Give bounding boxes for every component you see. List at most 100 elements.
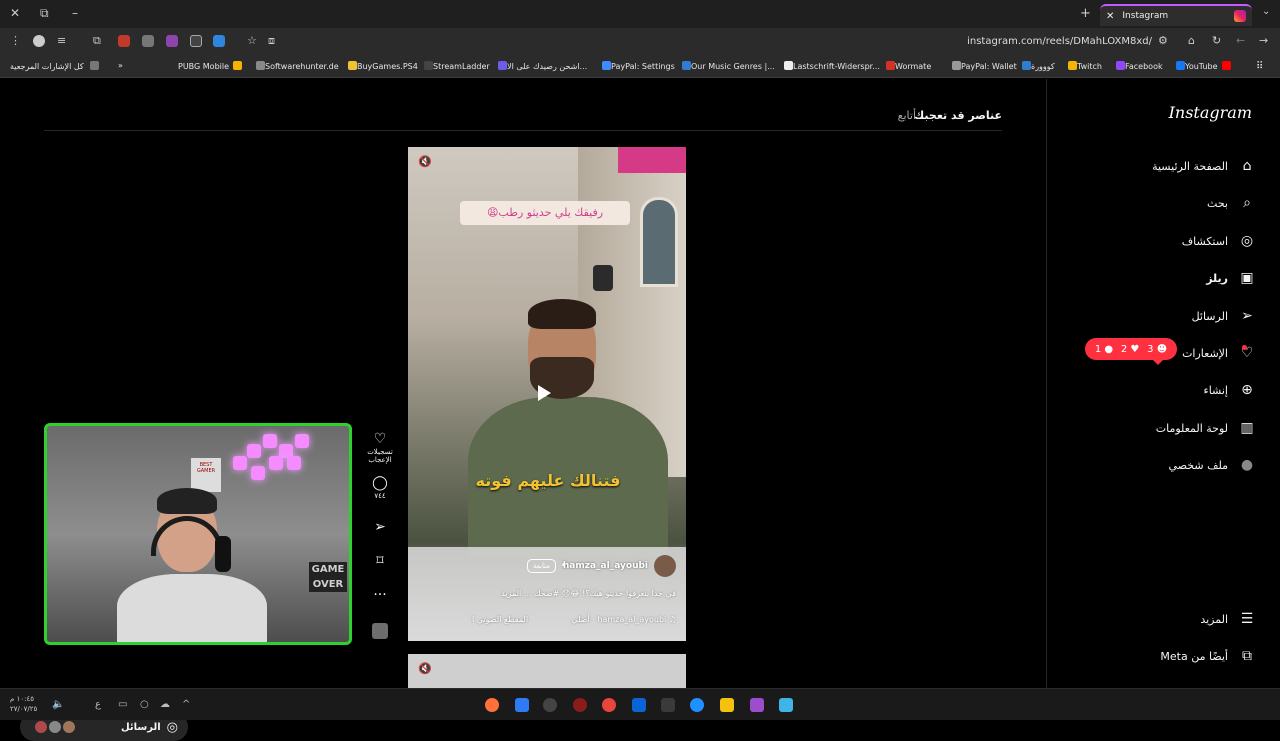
bookmark-paypal-wallet[interactable]: PayPal: Wallet [948,61,1017,71]
bookmark-facebook[interactable]: Facebook [1112,61,1163,71]
restore-window-icon[interactable]: ⧉ [40,6,49,21]
nav-create[interactable]: ⊕ إنشاء [1204,381,1256,399]
network-icon[interactable]: ▭ [118,699,127,710]
edge-taskbar-icon[interactable] [690,698,704,712]
bookmark-music-genres[interactable]: Our Music Genres |... [678,61,775,71]
firefox-taskbar-icon[interactable] [485,698,499,712]
audio-original[interactable]: ♫ hamza_al_ayoubi · أصلي [571,615,676,624]
site-settings-icon[interactable]: ⚙ [1158,34,1168,47]
address-bar[interactable]: instagram.com/reels/DMahLOXM8xd/ [300,32,1160,52]
nav-reels[interactable]: ▣ ريلز [1206,269,1256,287]
heart-outline-icon: ♡ [373,431,387,447]
tab-list-chevron-icon[interactable]: ⌄ [1262,6,1270,17]
extension-3-icon[interactable] [166,35,178,47]
follow-button[interactable]: متابعة [526,559,556,573]
notifications-badge[interactable]: 1 ● 2 ♥ 3 ☻ [1085,338,1177,365]
comment-button[interactable]: ◯ ٧٤٤ [356,475,404,500]
translate-icon[interactable] [213,35,225,47]
nav-explore[interactable]: ◎ استكشاف [1182,232,1256,250]
tab-title: Instagram [1122,11,1169,21]
bookmark-twitch[interactable]: Twitch [1064,61,1102,71]
bookmark-pubg[interactable]: PUBG Mobile [178,61,243,71]
bookmark-youtube[interactable]: YouTube [1172,61,1231,71]
home-icon: ⌂ [1242,158,1252,174]
bookmark-wormate[interactable]: Wormate [882,61,931,71]
notification-dot [1242,345,1247,350]
system-clock[interactable]: ١٠:٤٥ م ٢٧/٠٧/٢٥ [10,694,37,714]
extension-1-icon[interactable] [118,35,130,47]
nav-search[interactable]: ⌕ بحث [1207,194,1256,212]
audio-thumbnail[interactable] [372,623,388,639]
nav-profile[interactable]: ● ملف شخصي [1169,456,1256,474]
bookmark-softwarehunter[interactable]: Softwarehunter.de [252,61,339,71]
start-taskbar-icon[interactable] [779,698,793,712]
like-button[interactable]: ♡ تسجيلات الإعجاب [356,431,404,464]
nav-messages[interactable]: ➢ الرسائل [1192,307,1256,325]
file-explorer-taskbar-icon[interactable] [720,698,734,712]
bookmark-paypal-settings[interactable]: PayPal: Settings [598,61,675,71]
taskbar-app-2-icon[interactable] [515,698,529,712]
menu-icon[interactable]: ⋮ [10,34,21,47]
home-browser-icon[interactable]: ⌂ [1188,34,1195,47]
back-icon[interactable]: → [1259,34,1268,47]
separator-dot: • [560,561,566,571]
taskbar-app-3-icon[interactable] [543,698,557,712]
chrome-taskbar-icon[interactable] [602,698,616,712]
author-username[interactable]: hamza_al_ayoubi [563,561,648,571]
reel-description[interactable]: في حدا بتعرفوا حديثو هيك؟! 😂😞 #ضحك ... ا… [501,589,676,598]
volume-icon[interactable]: 🔈 [52,699,64,710]
next-mute-icon[interactable]: 🔇 [418,662,432,675]
mute-icon[interactable]: 🔇 [418,155,432,168]
message-avatar-1 [34,720,48,734]
close-tab-icon[interactable]: ✕ [1106,11,1114,22]
video-window [640,197,678,287]
next-reel-preview[interactable]: 🔇 [408,654,686,688]
save-button[interactable]: ⌑ [356,553,404,569]
nav-more[interactable]: ☰ المزيد [1200,610,1256,628]
bookmarks-bar: كل الإشارات المرجعية » PUBG Mobile Softw… [0,56,1280,78]
tray-app-icon[interactable]: ○ [140,699,149,710]
new-tab-icon[interactable]: + [1080,6,1091,21]
instagram-logo[interactable]: Instagram [1169,103,1252,122]
close-window-icon[interactable]: ✕ [10,6,20,20]
language-icon[interactable]: ع [95,699,101,710]
nav-also-from-meta[interactable]: ⧉ أيضًا من Meta [1160,647,1256,665]
bookmark-lastschrift[interactable]: Lastschrift-Widerspr... [780,61,880,71]
bookmark-star-icon[interactable]: ☆ [247,34,257,47]
bookmark-recharge[interactable]: اشحن رصيدك على الا... [494,61,587,71]
profile-icon[interactable] [33,35,45,47]
apps-grid-icon[interactable]: ⠿ [1256,61,1263,72]
tray-overflow-icon[interactable]: ^ [182,699,190,710]
nav-home[interactable]: ⌂ الصفحة الرئيسية [1152,157,1256,175]
reading-list-icon[interactable]: ≡ [57,34,66,47]
bookmarks-overflow-icon[interactable]: » [118,61,123,70]
taskbar-app-10-icon[interactable] [750,698,764,712]
extension-4-icon[interactable] [190,35,202,47]
extensions-icon[interactable]: ⧉ [93,34,101,48]
nav-dashboard[interactable]: ▥ لوحة المعلومات [1156,419,1256,437]
bookmark-buygames[interactable]: BuyGames.PS4 [344,61,418,71]
share-icon[interactable]: ⧈ [268,34,275,48]
reload-icon[interactable]: ↻ [1212,34,1221,47]
author-avatar[interactable] [654,555,676,577]
tab-instagram[interactable]: ✕ Instagram [1100,4,1252,26]
os-taskbar: ١٠:٤٥ م ٢٧/٠٧/٢٥ 🔈 ع ▭ ○ ☁ ^ [0,688,1280,720]
outlook-taskbar-icon[interactable] [632,698,646,712]
bookmark-all[interactable]: كل الإشارات المرجعية [10,61,100,71]
following-tab[interactable]: أتابع [898,109,916,122]
forward-icon[interactable]: ← [1236,34,1245,47]
bookmark-streamladder[interactable]: StreamLadder [420,61,490,71]
suggestions-title[interactable]: عناصر قد تعجبك [914,109,1002,122]
extension-2-icon[interactable] [142,35,154,47]
messenger-icon: ◎ [166,719,178,735]
minimize-window-icon[interactable]: – [72,6,78,20]
taskbar-app-4-icon[interactable] [573,698,587,712]
taskbar-app-7-icon[interactable] [661,698,675,712]
more-options-button[interactable]: ··· [356,587,404,603]
audio-track-label[interactable]: المقطع الصوتي ا [472,615,528,624]
reel-video[interactable]: 🔇 رفيقك يلي حديثو رطب😩 فتنالك عليهم فوته… [408,147,686,641]
share-button[interactable]: ➢ [356,519,404,535]
play-icon[interactable] [538,385,551,401]
bookmark-kooora[interactable]: كووورة [1018,61,1055,71]
tray-cloud-icon[interactable]: ☁ [160,699,170,710]
